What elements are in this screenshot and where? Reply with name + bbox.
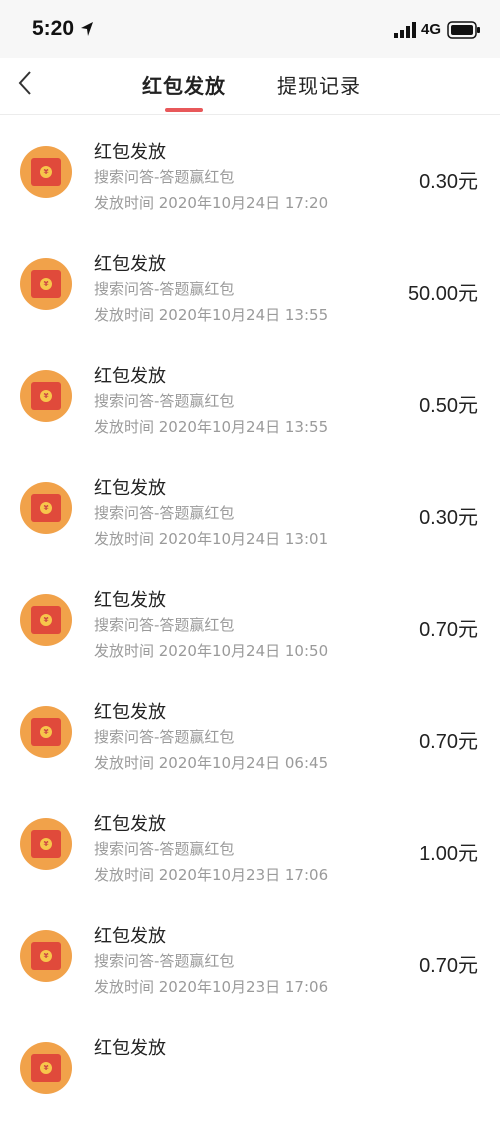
red-packet-icon: ¥ (20, 818, 72, 870)
record-title: 红包发放 (94, 478, 166, 499)
back-arrow-icon[interactable] (16, 68, 36, 98)
record-time: 发放时间 2020年10月24日 06:45 (94, 754, 329, 772)
active-tab-indicator (165, 108, 203, 112)
red-packet-icon: ¥ (20, 146, 72, 198)
record-source: 搜索问答-答题赢红包 (94, 840, 235, 858)
list-item[interactable]: ¥ 红包发放 搜索问答-答题赢红包 发放时间 2020年10月24日 13:01… (0, 450, 500, 562)
record-title: 红包发放 (94, 254, 166, 275)
record-amount: 0.70元 (419, 731, 478, 753)
nav-bar: 红包发放 提现记录 (0, 58, 500, 115)
list-item[interactable]: ¥ 红包发放 搜索问答-答题赢红包 发放时间 2020年10月24日 06:45… (0, 674, 500, 786)
record-title: 红包发放 (94, 366, 166, 387)
tab-red-packet-issued[interactable]: 红包发放 (142, 70, 226, 99)
record-source: 搜索问答-答题赢红包 (94, 616, 235, 634)
list-item[interactable]: ¥ 红包发放 搜索问答-答题赢红包 发放时间 2020年10月24日 10:50… (0, 562, 500, 674)
record-source: 搜索问答-答题赢红包 (94, 952, 235, 970)
record-time: 发放时间 2020年10月23日 17:06 (94, 978, 329, 996)
red-packet-icon: ¥ (20, 594, 72, 646)
record-source: 搜索问答-答题赢红包 (94, 392, 235, 410)
record-time: 发放时间 2020年10月24日 13:55 (94, 306, 329, 324)
tab-withdraw-records[interactable]: 提现记录 (277, 70, 361, 99)
list-item[interactable]: ¥ 红包发放 搜索问答-答题赢红包 发放时间 2020年10月24日 13:55… (0, 226, 500, 338)
record-amount: 0.70元 (419, 955, 478, 977)
record-title: 红包发放 (94, 142, 166, 163)
record-source: 搜索问答-答题赢红包 (94, 504, 235, 522)
status-time: 5:20 (32, 17, 75, 40)
signal-icon (394, 22, 416, 38)
red-packet-icon: ¥ (20, 482, 72, 534)
status-bar: 5:20 4G (0, 0, 500, 58)
record-amount: 0.50元 (419, 395, 478, 417)
record-amount: 0.30元 (419, 171, 478, 193)
list-item[interactable]: ¥ 红包发放 (0, 1010, 500, 1122)
record-title: 红包发放 (94, 1038, 166, 1059)
list-item[interactable]: ¥ 红包发放 搜索问答-答题赢红包 发放时间 2020年10月23日 17:06… (0, 786, 500, 898)
list-item[interactable]: ¥ 红包发放 搜索问答-答题赢红包 发放时间 2020年10月24日 13:55… (0, 338, 500, 450)
record-source: 搜索问答-答题赢红包 (94, 168, 235, 186)
location-arrow-icon (81, 22, 93, 36)
list-item[interactable]: ¥ 红包发放 搜索问答-答题赢红包 发放时间 2020年10月23日 17:06… (0, 898, 500, 1010)
record-title: 红包发放 (94, 590, 166, 611)
record-source: 搜索问答-答题赢红包 (94, 728, 235, 746)
network-type: 4G (421, 21, 442, 38)
record-title: 红包发放 (94, 702, 166, 723)
record-amount: 1.00元 (419, 843, 478, 865)
battery-icon (447, 21, 480, 39)
red-packet-icon: ¥ (20, 370, 72, 422)
record-time: 发放时间 2020年10月24日 10:50 (94, 642, 329, 660)
record-title: 红包发放 (94, 926, 166, 947)
list-item[interactable]: ¥ 红包发放 搜索问答-答题赢红包 发放时间 2020年10月24日 17:20… (0, 114, 500, 226)
red-packet-icon: ¥ (20, 930, 72, 982)
record-time: 发放时间 2020年10月24日 13:55 (94, 418, 329, 436)
record-time: 发放时间 2020年10月23日 17:06 (94, 866, 329, 884)
record-source: 搜索问答-答题赢红包 (94, 280, 235, 298)
record-title: 红包发放 (94, 814, 166, 835)
record-time: 发放时间 2020年10月24日 13:01 (94, 530, 329, 548)
records-list: ¥ 红包发放 搜索问答-答题赢红包 发放时间 2020年10月24日 17:20… (0, 114, 500, 1122)
red-packet-icon: ¥ (20, 706, 72, 758)
record-time: 发放时间 2020年10月24日 17:20 (94, 194, 329, 212)
record-amount: 0.70元 (419, 619, 478, 641)
red-packet-icon: ¥ (20, 1042, 72, 1094)
record-amount: 0.30元 (419, 507, 478, 529)
red-packet-icon: ¥ (20, 258, 72, 310)
record-amount: 50.00元 (407, 283, 478, 305)
